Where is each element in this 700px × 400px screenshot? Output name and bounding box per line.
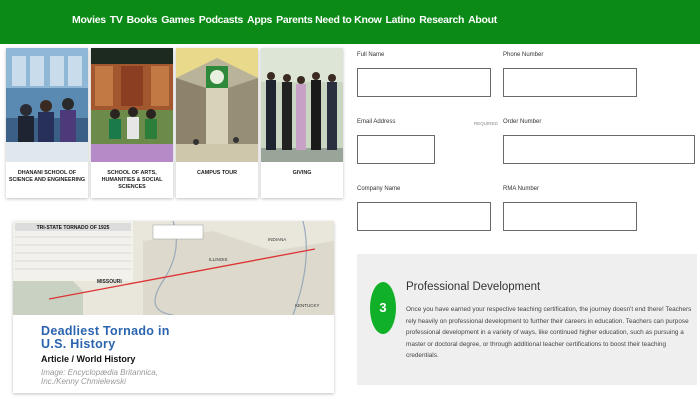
- rma-label: RMA Number: [503, 186, 540, 192]
- map-table-title: TRI-STATE TORNADO OF 1925: [37, 225, 110, 231]
- email-required-note: REQUIRED: [474, 121, 498, 126]
- tornado-article-card[interactable]: TRI-STATE TORNADO OF 1925 MISSOURI ILLIN…: [13, 221, 334, 393]
- card-science-engineering[interactable]: DHANANI SCHOOL OF SCIENCE AND ENGINEERIN…: [6, 48, 88, 198]
- arts-courtyard-photo: [91, 48, 173, 162]
- tornado-title: Deadliest Tornado in U.S. History: [41, 325, 170, 351]
- main-nav: Movies TV Books Games Podcasts Apps Pare…: [72, 0, 497, 40]
- feature-body: Once you have earned your respective tea…: [406, 306, 692, 360]
- tornado-title-line2: U.S. History: [41, 337, 116, 351]
- nav-books[interactable]: Books: [127, 14, 158, 26]
- map-label-kentucky: KENTUCKY: [295, 303, 320, 308]
- tornado-credit-line2: Inc./Kenny Chmielewski: [41, 377, 126, 386]
- giving-group-photo: [261, 48, 343, 162]
- phone-label: Phone Number: [503, 52, 544, 58]
- card-caption: DHANANI SCHOOL OF SCIENCE AND ENGINEERIN…: [8, 170, 86, 183]
- card-arts-humanities[interactable]: SCHOOL OF ARTS, HUMANITIES & SOCIAL SCIE…: [91, 48, 173, 198]
- tornado-credit-line1: Image: Encyclopædia Britannica,: [41, 368, 158, 377]
- top-nav-bar: Movies TV Books Games Podcasts Apps Pare…: [0, 0, 700, 44]
- map-label-indiana: INDIANA: [268, 237, 286, 242]
- nav-about[interactable]: About: [468, 14, 497, 26]
- card-giving[interactable]: GIVING: [261, 48, 343, 198]
- full-name-field[interactable]: [357, 68, 491, 97]
- nav-movies[interactable]: Movies: [72, 14, 106, 26]
- tornado-subtitle: Article / World History: [41, 354, 136, 364]
- step-number-badge: 3: [370, 282, 396, 334]
- map-label-illinois: ILLINOIS: [209, 257, 228, 262]
- nav-podcasts[interactable]: Podcasts: [199, 14, 244, 26]
- phone-field[interactable]: [503, 68, 637, 97]
- full-name-label: Full Name: [357, 52, 385, 58]
- tornado-credit: Image: Encyclopædia Britannica, Inc./Ken…: [41, 368, 158, 386]
- tornado-map-image: TRI-STATE TORNADO OF 1925 MISSOURI ILLIN…: [13, 221, 334, 316]
- email-label: Email Address: [357, 119, 396, 125]
- school-cards: DHANANI SCHOOL OF SCIENCE AND ENGINEERIN…: [6, 48, 346, 198]
- order-field[interactable]: [503, 135, 695, 164]
- card-caption: CAMPUS TOUR: [196, 170, 238, 176]
- nav-latino[interactable]: Latino: [386, 14, 416, 26]
- card-caption: GIVING: [292, 170, 312, 176]
- card-caption: SCHOOL OF ARTS, HUMANITIES & SOCIAL SCIE…: [101, 170, 163, 190]
- nav-tv[interactable]: TV: [110, 14, 123, 26]
- order-label: Order Number: [503, 119, 542, 125]
- company-field[interactable]: [357, 202, 491, 231]
- professional-development-panel: 3 Professional Development Once you have…: [357, 254, 697, 385]
- nav-parents-need-to-know[interactable]: Parents Need to Know: [276, 14, 382, 26]
- nav-games[interactable]: Games: [161, 14, 195, 26]
- feature-heading: Professional Development: [406, 281, 541, 293]
- nav-research[interactable]: Research: [419, 14, 464, 26]
- campus-hall-photo: [176, 48, 258, 162]
- email-field[interactable]: [357, 135, 435, 164]
- science-lab-photo: [6, 48, 88, 162]
- rma-field[interactable]: [503, 202, 637, 231]
- company-label: Company Name: [357, 186, 401, 192]
- map-label-missouri: MISSOURI: [97, 279, 122, 285]
- card-campus-tour[interactable]: CAMPUS TOUR: [176, 48, 258, 198]
- nav-apps[interactable]: Apps: [247, 14, 272, 26]
